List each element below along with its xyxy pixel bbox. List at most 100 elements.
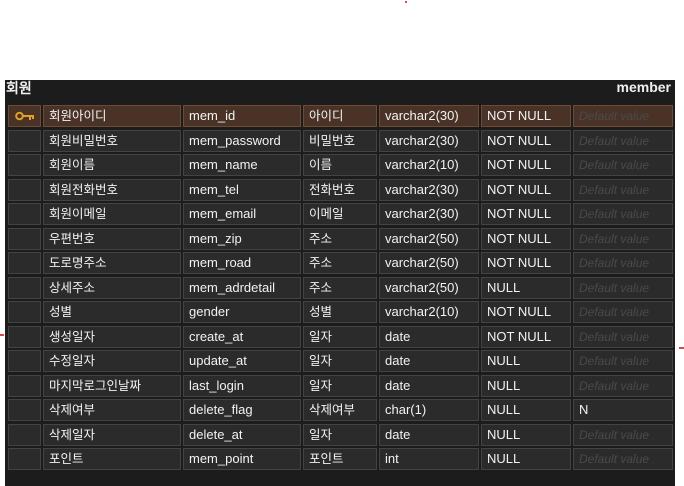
column-logical-name[interactable]: 수정일자 <box>43 350 181 372</box>
column-datatype[interactable]: int <box>379 448 479 470</box>
column-datatype[interactable]: varchar2(50) <box>379 276 479 299</box>
column-default-value[interactable]: Default value <box>573 203 673 225</box>
column-logical-name[interactable]: 회원이메일 <box>43 203 181 225</box>
column-datatype[interactable]: varchar2(30) <box>379 178 479 201</box>
column-physical-name[interactable]: mem_id <box>183 105 301 127</box>
column-domain[interactable]: 일자 <box>303 325 377 348</box>
column-nullable[interactable]: NOT NULL <box>481 325 571 348</box>
column-default-value[interactable]: Default value <box>573 301 673 323</box>
column-default-value[interactable]: Default value <box>573 374 673 397</box>
column-physical-name[interactable]: mem_zip <box>183 227 301 250</box>
column-logical-name[interactable]: 회원이름 <box>43 154 181 176</box>
column-default-value[interactable]: Default value <box>573 154 673 176</box>
column-datatype[interactable]: date <box>379 374 479 397</box>
column-row[interactable]: 회원비밀번호 mem_password 비밀번호 varchar2(30) NOT NU… <box>8 129 673 155</box>
column-row[interactable]: 회원이메일 mem_email 이메일 varchar2(30) NOT NULL Def… <box>8 203 673 228</box>
column-nullable[interactable]: NULL <box>481 448 571 470</box>
column-row[interactable]: 회원전화번호 mem_tel 전화번호 varchar2(30) NOT NULL Def… <box>8 178 673 204</box>
column-physical-name[interactable]: gender <box>183 301 301 323</box>
column-row[interactable]: 생성일자 create_at 일자 date NOT NULL Default value <box>8 325 673 351</box>
column-row[interactable]: 수정일자 update_at 일자 date NULL Default value <box>8 350 673 375</box>
column-default-value[interactable]: Default value <box>573 129 673 152</box>
column-datatype[interactable]: varchar2(10) <box>379 154 479 176</box>
column-datatype[interactable]: varchar2(30) <box>379 105 479 127</box>
column-row[interactable]: 삭제여부 delete_flag 삭제여부 char(1) NULL N <box>8 399 673 424</box>
column-physical-name[interactable]: create_at <box>183 325 301 348</box>
column-nullable[interactable]: NULL <box>481 276 571 299</box>
column-domain[interactable]: 비밀번호 <box>303 129 377 152</box>
column-default-value[interactable]: Default value <box>573 448 673 470</box>
column-datatype[interactable]: varchar2(30) <box>379 129 479 152</box>
column-nullable[interactable]: NULL <box>481 423 571 446</box>
entity-table-member[interactable]: 회원 member 회원아이디 mem_id 아이디 varchar2(30) NOT … <box>5 79 675 486</box>
column-datatype[interactable]: date <box>379 350 479 372</box>
column-domain[interactable]: 성별 <box>303 301 377 323</box>
column-nullable[interactable]: NULL <box>481 350 571 372</box>
column-domain[interactable]: 포인트 <box>303 448 377 470</box>
column-domain[interactable]: 주소 <box>303 227 377 250</box>
column-domain[interactable]: 일자 <box>303 350 377 372</box>
column-default-value[interactable]: N <box>573 399 673 421</box>
column-datatype[interactable]: varchar2(50) <box>379 252 479 274</box>
column-physical-name[interactable]: mem_password <box>183 129 301 152</box>
column-logical-name[interactable]: 마지막로그인날짜 <box>43 374 181 397</box>
column-physical-name[interactable]: mem_adrdetail <box>183 276 301 299</box>
column-row[interactable]: 우편번호 mem_zip 주소 varchar2(50) NOT NULL Default… <box>8 227 673 253</box>
column-nullable[interactable]: NOT NULL <box>481 227 571 250</box>
column-nullable[interactable]: NULL <box>481 399 571 421</box>
column-datatype[interactable]: char(1) <box>379 399 479 421</box>
column-default-value[interactable]: Default value <box>573 276 673 299</box>
column-domain[interactable]: 주소 <box>303 276 377 299</box>
column-physical-name[interactable]: delete_at <box>183 423 301 446</box>
column-domain[interactable]: 아이디 <box>303 105 377 127</box>
column-nullable[interactable]: NOT NULL <box>481 252 571 274</box>
column-physical-name[interactable]: delete_flag <box>183 399 301 421</box>
column-default-value[interactable]: Default value <box>573 178 673 201</box>
column-default-value[interactable]: Default value <box>573 350 673 372</box>
column-row[interactable]: 포인트 mem_point 포인트 int NULL Default value <box>8 448 673 473</box>
column-domain[interactable]: 전화번호 <box>303 178 377 201</box>
column-logical-name[interactable]: 삭제여부 <box>43 399 181 421</box>
column-datatype[interactable]: varchar2(10) <box>379 301 479 323</box>
column-logical-name[interactable]: 성별 <box>43 301 181 323</box>
column-logical-name[interactable]: 포인트 <box>43 448 181 470</box>
column-logical-name[interactable]: 회원비밀번호 <box>43 129 181 152</box>
column-domain[interactable]: 삭제여부 <box>303 399 377 421</box>
column-nullable[interactable]: NOT NULL <box>481 203 571 225</box>
column-row[interactable]: 회원이름 mem_name 이름 varchar2(10) NOT NULL Defaul… <box>8 154 673 179</box>
column-domain[interactable]: 일자 <box>303 423 377 446</box>
column-nullable[interactable]: NOT NULL <box>481 154 571 176</box>
column-logical-name[interactable]: 회원전화번호 <box>43 178 181 201</box>
column-domain[interactable]: 이름 <box>303 154 377 176</box>
column-default-value[interactable]: Default value <box>573 227 673 250</box>
column-physical-name[interactable]: last_login <box>183 374 301 397</box>
column-physical-name[interactable]: mem_road <box>183 252 301 274</box>
column-nullable[interactable]: NOT NULL <box>481 301 571 323</box>
column-row[interactable]: 성별 gender 성별 varchar2(10) NOT NULL Default va… <box>8 301 673 326</box>
column-logical-name[interactable]: 상세주소 <box>43 276 181 299</box>
column-row[interactable]: 삭제일자 delete_at 일자 date NULL Default value <box>8 423 673 449</box>
column-domain[interactable]: 일자 <box>303 374 377 397</box>
column-physical-name[interactable]: mem_email <box>183 203 301 225</box>
column-row-primary-key[interactable]: 회원아이디 mem_id 아이디 varchar2(30) NOT NULL Defaul… <box>8 105 673 130</box>
column-row[interactable]: 상세주소 mem_adrdetail 주소 varchar2(50) NULL Defau… <box>8 276 673 302</box>
column-row[interactable]: 마지막로그인날짜 last_login 일자 date NULL Default valu… <box>8 374 673 400</box>
column-logical-name[interactable]: 생성일자 <box>43 325 181 348</box>
column-nullable[interactable]: NOT NULL <box>481 178 571 201</box>
column-physical-name[interactable]: mem_name <box>183 154 301 176</box>
column-nullable[interactable]: NULL <box>481 374 571 397</box>
column-physical-name[interactable]: update_at <box>183 350 301 372</box>
column-domain[interactable]: 주소 <box>303 252 377 274</box>
column-logical-name[interactable]: 삭제일자 <box>43 423 181 446</box>
column-default-value[interactable]: Default value <box>573 105 673 127</box>
column-logical-name[interactable]: 도로명주소 <box>43 252 181 274</box>
entity-header[interactable]: 회원 member <box>5 79 675 100</box>
column-logical-name[interactable]: 우편번호 <box>43 227 181 250</box>
column-datatype[interactable]: date <box>379 423 479 446</box>
column-default-value[interactable]: Default value <box>573 325 673 348</box>
column-nullable[interactable]: NOT NULL <box>481 105 571 127</box>
column-physical-name[interactable]: mem_point <box>183 448 301 470</box>
column-default-value[interactable]: Default value <box>573 423 673 446</box>
column-default-value[interactable]: Default value <box>573 252 673 274</box>
column-datatype[interactable]: varchar2(30) <box>379 203 479 225</box>
